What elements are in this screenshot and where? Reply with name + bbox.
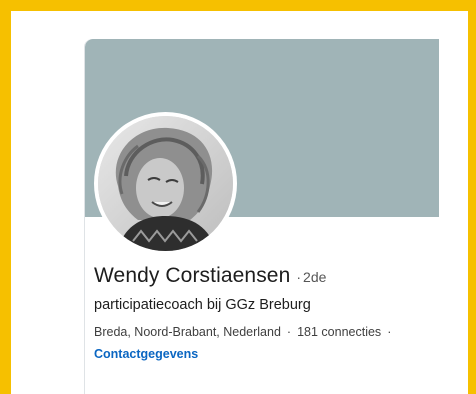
profile-photo[interactable]: [98, 116, 233, 251]
degree-separator: ·: [296, 269, 302, 285]
meta-separator: ·: [286, 325, 292, 339]
connections-count: 181 connecties: [297, 325, 382, 339]
avatar[interactable]: [94, 112, 237, 255]
profile-name: Wendy Corstiaensen: [94, 264, 291, 287]
profile-headline: participatiecoach bij GGz Breburg: [94, 297, 311, 313]
contact-info-link[interactable]: Contactgegevens: [94, 347, 198, 361]
trailing-separator: ·: [387, 325, 392, 339]
name-line: Wendy Corstiaensen · 2de: [94, 264, 326, 288]
profile-location: Breda, Noord-Brabant, Nederland: [94, 325, 281, 339]
connection-degree: 2de: [303, 269, 327, 285]
profile-meta: Breda, Noord-Brabant, Nederland · 181 conn…: [94, 325, 397, 339]
profile-photo-image: [98, 116, 233, 251]
